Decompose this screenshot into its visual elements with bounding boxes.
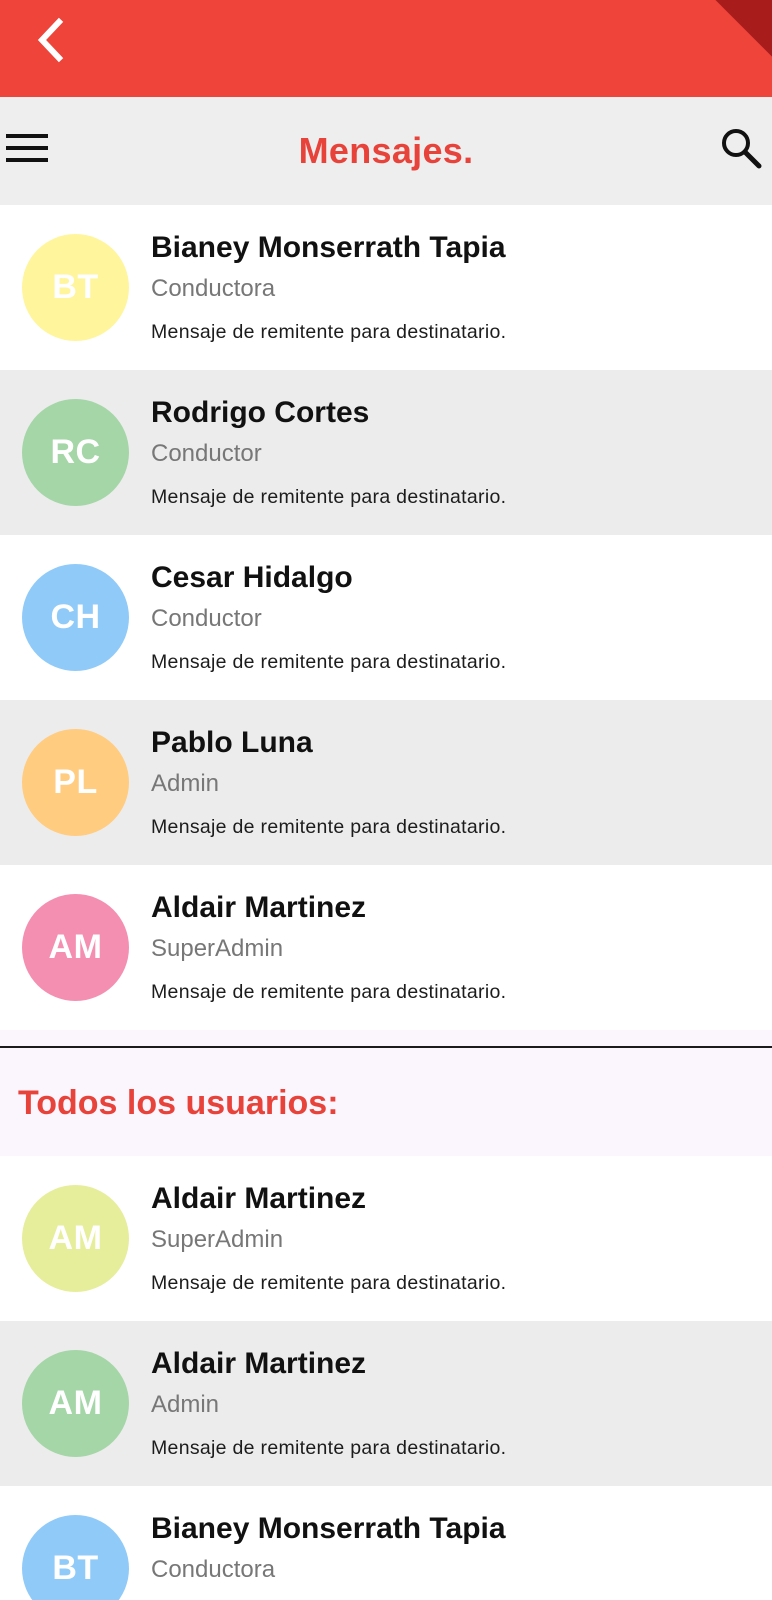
message-preview: Mensaje de remitente para destinatario. <box>151 1272 507 1294</box>
search-icon <box>720 127 762 174</box>
all-users-header: Todos los usuarios: <box>0 1048 772 1156</box>
user-name: Aldair Martinez <box>151 1182 367 1215</box>
message-preview: Mensaje de remitente para destinatario. <box>151 816 507 838</box>
contact-role: Conductora <box>151 275 276 302</box>
avatar: CH <box>22 564 129 671</box>
user-role: SuperAdmin <box>151 1226 284 1253</box>
contact-name: Bianey Monserrath Tapia <box>151 231 506 264</box>
contact-role: Conductor <box>151 605 262 632</box>
app-screen: Mensajes. BT Bianey Monserrath Tapia Con… <box>0 0 772 1600</box>
user-name: Aldair Martinez <box>151 1347 367 1380</box>
contact-role: Admin <box>151 770 220 797</box>
search-button[interactable] <box>716 125 766 175</box>
user-role: Conductora <box>151 1556 276 1583</box>
debug-banner <box>715 0 772 57</box>
contact-name: Pablo Luna <box>151 726 313 759</box>
message-preview: Mensaje de remitente para destinatario. <box>151 651 507 673</box>
user-row[interactable]: AM Aldair Martinez SuperAdmin Mensaje de… <box>0 1156 772 1321</box>
user-role: Admin <box>151 1391 220 1418</box>
list-end-spacer <box>0 1030 772 1047</box>
avatar: PL <box>22 729 129 836</box>
message-preview: Mensaje de remitente para destinatario. <box>151 486 507 508</box>
avatar: AM <box>22 1185 129 1292</box>
message-row[interactable]: CH Cesar Hidalgo Conductor Mensaje de re… <box>0 535 772 700</box>
contact-name: Cesar Hidalgo <box>151 561 353 594</box>
section-title: Todos los usuarios: <box>18 1084 339 1122</box>
contact-name: Aldair Martinez <box>151 891 367 924</box>
message-preview: Mensaje de remitente para destinatario. <box>151 981 507 1003</box>
message-row[interactable]: BT Bianey Monserrath Tapia Conductora Me… <box>0 205 772 370</box>
message-row[interactable]: AM Aldair Martinez SuperAdmin Mensaje de… <box>0 865 772 1030</box>
user-name: Bianey Monserrath Tapia <box>151 1512 506 1545</box>
user-row[interactable]: AM Aldair Martinez Admin Mensaje de remi… <box>0 1321 772 1486</box>
user-row[interactable]: BT Bianey Monserrath Tapia Conductora <box>0 1486 772 1600</box>
chevron-left-icon <box>32 16 68 69</box>
messages-toolbar: Mensajes. <box>0 97 772 205</box>
avatar: AM <box>22 1350 129 1457</box>
message-preview: Mensaje de remitente para destinatario. <box>151 1437 507 1459</box>
contact-name: Rodrigo Cortes <box>151 396 370 429</box>
message-row[interactable]: RC Rodrigo Cortes Conductor Mensaje de r… <box>0 370 772 535</box>
back-button[interactable] <box>22 14 78 70</box>
app-bar <box>0 0 772 97</box>
avatar: AM <box>22 894 129 1001</box>
recent-messages-list: BT Bianey Monserrath Tapia Conductora Me… <box>0 205 772 1030</box>
page-title: Mensajes. <box>298 130 474 171</box>
contact-role: Conductor <box>151 440 262 467</box>
contact-role: SuperAdmin <box>151 935 284 962</box>
message-row[interactable]: PL Pablo Luna Admin Mensaje de remitente… <box>0 700 772 865</box>
message-preview: Mensaje de remitente para destinatario. <box>151 321 507 343</box>
avatar: BT <box>22 234 129 341</box>
avatar: RC <box>22 399 129 506</box>
avatar: BT <box>22 1515 129 1600</box>
all-users-list: AM Aldair Martinez SuperAdmin Mensaje de… <box>0 1156 772 1600</box>
